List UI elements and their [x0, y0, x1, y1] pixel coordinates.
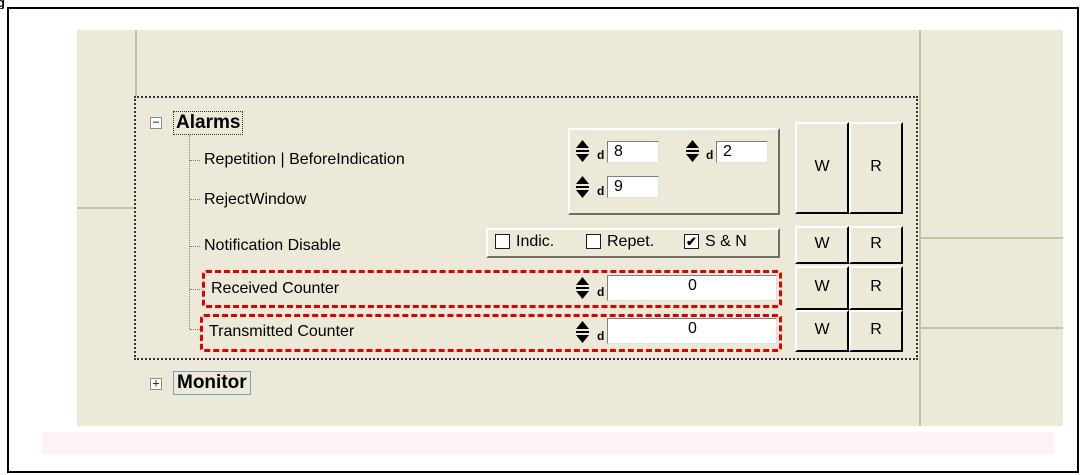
- transmitted-counter-label: Transmitted Counter: [209, 323, 355, 340]
- unit-label: d: [706, 148, 714, 162]
- spinner-arrows-icon[interactable]: [686, 140, 699, 162]
- sn-checkbox[interactable]: ✔: [684, 234, 699, 249]
- unit-label: d: [597, 148, 605, 162]
- tree-connector: [189, 135, 190, 329]
- received-counter-input[interactable]: 0: [607, 275, 777, 301]
- spinner-arrows-icon[interactable]: [576, 176, 589, 198]
- tree-connector: [190, 289, 202, 290]
- transmitted-write-button[interactable]: W: [795, 310, 849, 352]
- received-write-button[interactable]: W: [795, 266, 849, 310]
- repet-checkbox[interactable]: [586, 234, 601, 249]
- expand-icon[interactable]: +: [150, 377, 162, 390]
- notification-write-button[interactable]: W: [795, 226, 849, 264]
- collapse-icon[interactable]: −: [150, 116, 162, 129]
- received-counter-label: Received Counter: [211, 280, 340, 297]
- spinner-arrows-icon[interactable]: [576, 140, 589, 162]
- notification-read-button[interactable]: R: [849, 226, 903, 264]
- reject-window-label: RejectWindow: [204, 191, 307, 208]
- splitter-line: [135, 30, 137, 96]
- alarms-heading[interactable]: Alarms: [173, 111, 244, 135]
- reject-window-input[interactable]: 9: [607, 176, 659, 198]
- tree-connector: [190, 160, 200, 161]
- spinner-arrows-icon[interactable]: [576, 321, 589, 343]
- unit-label: d: [597, 285, 605, 299]
- repet-checkbox-label: Repet.: [607, 233, 655, 250]
- splitter-line: [919, 237, 1063, 239]
- indic-checkbox[interactable]: [495, 234, 510, 249]
- write-button[interactable]: W: [795, 122, 849, 214]
- tree-connector: [190, 246, 200, 247]
- caption-band: [42, 432, 1054, 454]
- splitter-line: [919, 327, 1063, 329]
- splitter-line: [77, 207, 135, 209]
- splitter-line: [919, 30, 921, 426]
- transmitted-read-button[interactable]: R: [849, 310, 903, 352]
- before-indication-input[interactable]: 2: [716, 141, 768, 163]
- repetition-input[interactable]: 8: [607, 141, 659, 163]
- indic-checkbox-label: Indic.: [516, 233, 555, 250]
- tree-connector: [190, 199, 200, 200]
- spinner-arrows-icon[interactable]: [576, 277, 589, 299]
- unit-label: d: [597, 329, 605, 343]
- read-button[interactable]: R: [849, 122, 903, 214]
- sn-checkbox-label: S & N: [705, 233, 747, 250]
- notification-disable-label: Notification Disable: [204, 237, 341, 254]
- repetition-label: Repetition | BeforeIndication: [204, 151, 405, 168]
- unit-label: d: [597, 184, 605, 198]
- monitor-heading[interactable]: Monitor: [173, 371, 251, 395]
- transmitted-counter-input[interactable]: 0: [607, 318, 777, 344]
- received-read-button[interactable]: R: [849, 266, 903, 310]
